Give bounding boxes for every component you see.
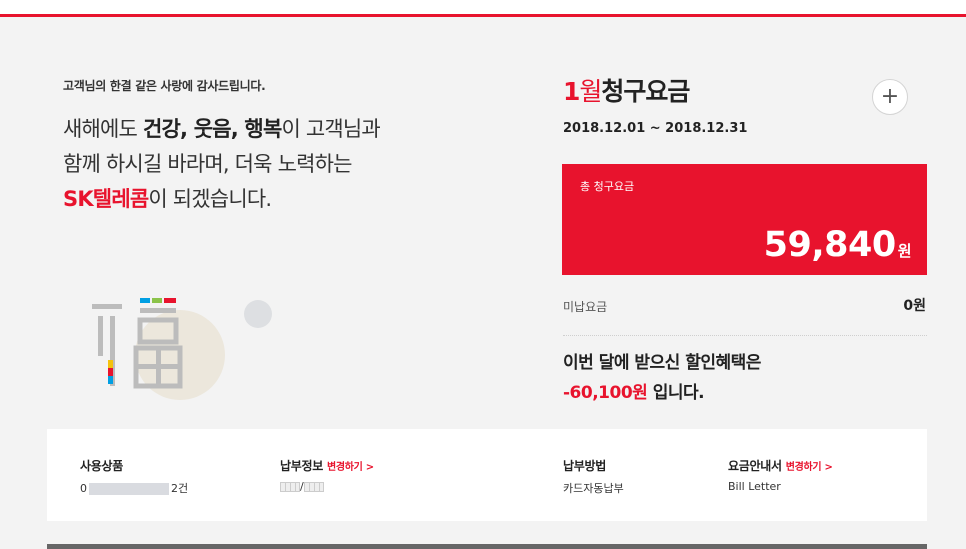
greeting-message: 새해에도 건강, 웃음, 행복이 고객님과 함께 하시길 바라며, 더욱 노력하… (63, 117, 381, 211)
masked-value (303, 482, 324, 492)
payment-info-heading: 납부정보 변경하기 > (280, 459, 374, 473)
statement-value: Bill Letter (728, 480, 781, 493)
payment-info: 납부정보 변경하기 > / (280, 457, 374, 493)
expand-bill-button[interactable]: + (872, 79, 908, 115)
billing-period: 2018.12.01 ~ 2018.12.31 (563, 121, 748, 136)
payment-method-heading: 납부방법 (563, 459, 606, 473)
bottom-divider (47, 544, 927, 549)
payment-info-value: / (280, 480, 374, 493)
payment-method-info: 납부방법 카드자동납부 (563, 457, 624, 496)
masked-number (89, 483, 169, 495)
total-bill-amount: 59,840 원 (763, 225, 912, 265)
masked-value (280, 482, 300, 492)
divider (563, 335, 927, 336)
total-bill-label: 총 청구요금 (580, 180, 635, 193)
fortune-character-graphic (92, 298, 183, 389)
header-area (0, 0, 966, 14)
statement-heading: 요금안내서 변경하기 > (728, 459, 833, 473)
product-info: 사용상품 0 2건 (80, 457, 188, 496)
account-info-panel: 사용상품 0 2건 납부정보 변경하기 > / 납부방법 카드자동납부 요금안내서 변… (47, 429, 927, 521)
discount-amount-line: -60,100원 입니다. (563, 383, 705, 403)
product-value: 0 2건 (80, 482, 189, 495)
top-accent-line (0, 14, 966, 17)
unpaid-label: 미납요금 (563, 300, 608, 314)
discount-message: 이번 달에 받으신 할인혜택은 (563, 353, 761, 373)
total-bill-card: 총 청구요금 59,840 원 (562, 164, 927, 275)
payment-method-value: 카드자동납부 (563, 482, 624, 495)
payment-info-change-link[interactable]: 변경하기 > (327, 462, 374, 473)
statement-change-link[interactable]: 변경하기 > (786, 462, 833, 473)
product-heading: 사용상품 (80, 459, 123, 473)
brand-name: SK텔레콤 (63, 187, 149, 211)
unpaid-amount: 0원 (903, 298, 926, 314)
bill-title: 1월청구요금 (563, 77, 690, 106)
greeting-subtitle: 고객님의 한결 같은 사랑에 감사드립니다. (63, 79, 266, 93)
statement-info: 요금안내서 변경하기 > Bill Letter (728, 457, 833, 493)
